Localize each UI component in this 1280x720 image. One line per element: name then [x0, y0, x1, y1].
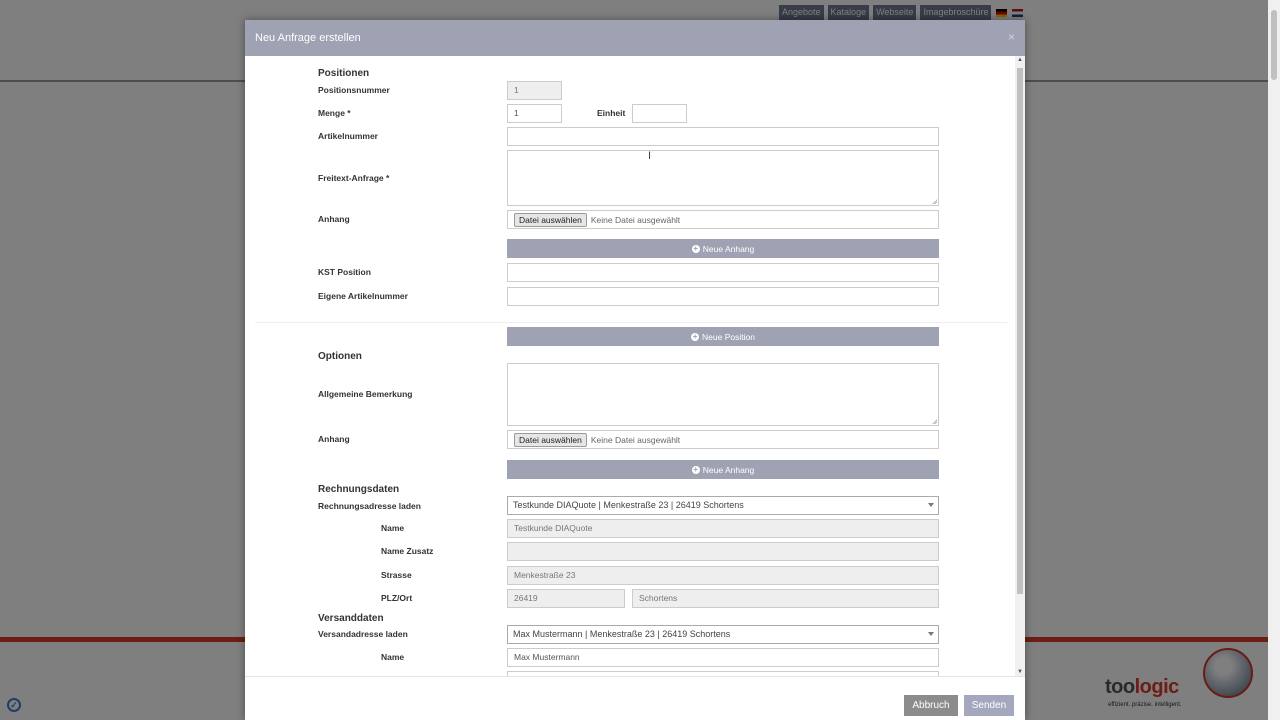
- label-allgemeine-bemerkung: Allgemeine Bemerkung: [318, 389, 413, 399]
- label-versand-name: Name: [381, 652, 405, 662]
- plus-circle-icon: +: [691, 331, 700, 341]
- modal-body: Positionen Positionsnummer 1 Menge * 1 E…: [245, 56, 1015, 676]
- label-rechnung-name-zusatz: Name Zusatz: [381, 546, 434, 556]
- rechnungsadresse-select[interactable]: Testkunde DIAQuote | Menkestraße 23 | 26…: [507, 496, 939, 515]
- einheit-field[interactable]: [632, 104, 687, 123]
- modal-scrollbar[interactable]: ▲ ▼: [1015, 56, 1025, 676]
- versand-name-field[interactable]: Max Mustermann: [507, 648, 939, 667]
- positionsnummer-field[interactable]: 1: [507, 81, 562, 100]
- file-status: Keine Datei ausgewählt: [590, 214, 681, 225]
- send-button[interactable]: Senden: [964, 695, 1014, 716]
- label-einheit: Einheit: [597, 108, 626, 118]
- anhang-file-input-optionen[interactable]: Datei auswählen Keine Datei ausgewählt: [507, 430, 939, 449]
- modal-title: Neu Anfrage erstellen: [255, 32, 361, 44]
- section-heading-rechnungsdaten: Rechnungsdaten: [318, 484, 400, 495]
- label-eigene-artikelnummer: Eigene Artikelnummer: [318, 291, 408, 301]
- artikelnummer-field[interactable]: [507, 127, 939, 146]
- scroll-down-icon[interactable]: ▼: [1017, 669, 1023, 675]
- chevron-down-icon: [928, 632, 934, 636]
- add-attachment-label: Neue Anhang: [702, 464, 755, 475]
- add-attachment-label: Neue Anhang: [702, 243, 755, 254]
- kst-position-field[interactable]: [507, 263, 939, 282]
- label-artikelnummer: Artikelnummer: [318, 131, 378, 141]
- add-attachment-button-optionen[interactable]: + Neue Anhang: [507, 460, 939, 479]
- label-positionsnummer: Positionsnummer: [318, 85, 390, 95]
- label-menge: Menge *: [318, 108, 351, 118]
- page-scrollbar-thumb[interactable]: [1271, 10, 1277, 80]
- rechnungsadresse-selected: Testkunde DIAQuote | Menkestraße 23 | 26…: [513, 500, 744, 510]
- anhang-file-input-position[interactable]: Datei auswählen Keine Datei ausgewählt: [507, 210, 939, 229]
- label-versandadresse-laden: Versandadresse laden: [318, 629, 408, 639]
- eigene-artikelnummer-field[interactable]: [507, 287, 939, 306]
- cancel-button[interactable]: Abbruch: [904, 695, 958, 716]
- menge-field[interactable]: 1: [507, 104, 562, 123]
- versandadresse-select[interactable]: Max Mustermann | Menkestraße 23 | 26419 …: [507, 625, 939, 644]
- page-scrollbar[interactable]: [1268, 0, 1280, 720]
- new-request-modal: Neu Anfrage erstellen × Positionen Posit…: [245, 20, 1025, 720]
- chevron-down-icon: [928, 503, 934, 507]
- versandadresse-selected: Max Mustermann | Menkestraße 23 | 26419 …: [513, 629, 731, 639]
- label-freitext-anfrage: Freitext-Anfrage *: [318, 173, 390, 183]
- section-heading-versanddaten: Versanddaten: [318, 613, 384, 624]
- modal-footer: Abbruch Senden: [245, 676, 1025, 720]
- scroll-up-icon[interactable]: ▲: [1017, 57, 1023, 63]
- allgemeine-bemerkung-textarea[interactable]: [507, 363, 939, 426]
- label-rechnung-name: Name: [381, 523, 405, 533]
- rechnung-strasse-field[interactable]: Menkestraße 23: [507, 566, 939, 585]
- choose-file-button[interactable]: Datei auswählen: [514, 212, 587, 227]
- rechnung-plz-field[interactable]: 26419: [507, 589, 625, 608]
- section-divider: [255, 322, 1007, 323]
- plus-circle-icon: +: [691, 464, 700, 474]
- section-heading-optionen: Optionen: [318, 351, 362, 362]
- rechnung-name-zusatz-field[interactable]: [507, 542, 939, 561]
- rechnung-name-field[interactable]: Testkunde DIAQuote: [507, 519, 939, 538]
- freitext-anfrage-textarea[interactable]: [507, 150, 939, 206]
- label-rechnungsadresse-laden: Rechnungsadresse laden: [318, 501, 421, 511]
- label-kst-position: KST Position: [318, 267, 371, 277]
- file-status: Keine Datei ausgewählt: [590, 434, 681, 445]
- choose-file-button[interactable]: Datei auswählen: [514, 432, 587, 447]
- section-heading-positionen: Positionen: [318, 68, 370, 79]
- add-position-button[interactable]: + Neue Position: [507, 327, 939, 346]
- plus-circle-icon: +: [691, 243, 700, 253]
- close-icon[interactable]: ×: [1008, 30, 1015, 44]
- modal-scrollbar-thumb[interactable]: [1017, 68, 1023, 594]
- text-cursor-icon: I: [648, 150, 652, 162]
- add-position-label: Neue Position: [702, 331, 755, 342]
- rechnung-ort-field[interactable]: Schortens: [632, 589, 939, 608]
- label-rechnung-strasse: Strasse: [381, 570, 412, 580]
- modal-header: Neu Anfrage erstellen ×: [245, 20, 1025, 56]
- label-anhang-optionen: Anhang: [318, 434, 350, 444]
- label-rechnung-plz-ort: PLZ/Ort: [381, 593, 413, 603]
- label-anhang-position: Anhang: [318, 214, 350, 224]
- add-attachment-button-position[interactable]: + Neue Anhang: [507, 239, 939, 258]
